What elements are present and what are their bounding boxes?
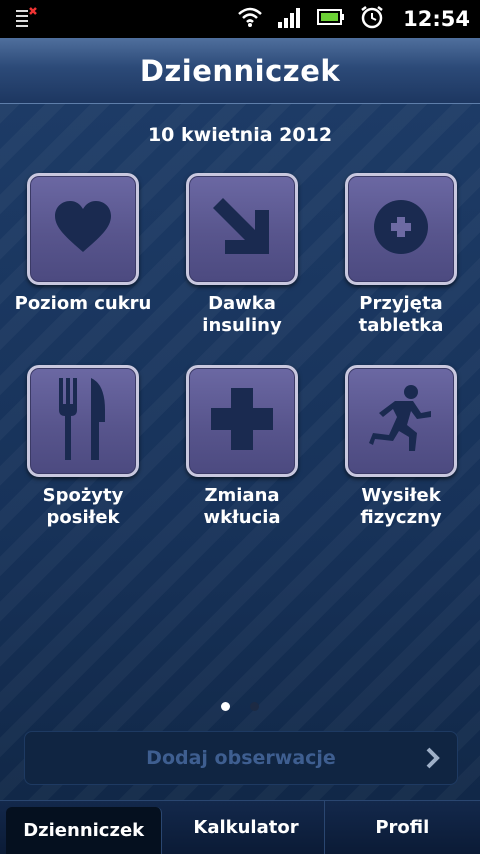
tile-button[interactable] <box>27 173 139 285</box>
battery-icon <box>317 7 345 31</box>
tile-label: Zmiana wkłucia <box>203 485 281 528</box>
tile-label: Przyjęta tabletka <box>358 293 444 336</box>
heart-icon <box>53 200 113 258</box>
tile-label: Dawka insuliny <box>202 293 282 336</box>
cross-icon <box>209 386 275 456</box>
chevron-right-icon <box>425 746 441 774</box>
tile-dawka-insuliny[interactable]: Dawka insuliny <box>167 173 317 337</box>
tab-profil[interactable]: Profil <box>325 801 480 854</box>
current-date: 10 kwietnia 2012 <box>147 124 333 146</box>
status-time: 12:54 <box>403 7 470 31</box>
page-indicator <box>0 702 480 711</box>
tile-button[interactable] <box>345 173 457 285</box>
runner-icon <box>365 383 437 459</box>
tile-button[interactable] <box>186 173 298 285</box>
status-bar: 12:54 <box>0 0 480 38</box>
tile-button[interactable] <box>27 365 139 477</box>
bottom-tab-bar: Dzienniczek Kalkulator Profil <box>0 800 480 854</box>
alarm-icon <box>359 5 385 33</box>
tile-label: Spożyty posiłek <box>42 485 124 528</box>
tile-poziom-cukru[interactable]: Poziom cukru <box>8 173 158 315</box>
tile-label: Wysiłek fizyczny <box>360 485 442 528</box>
main-content: 10 kwietnia 2012 Poziom cukru Dawka insul… <box>0 104 480 800</box>
tile-label: Poziom cukru <box>14 293 152 314</box>
tab-dzienniczek[interactable]: Dzienniczek <box>6 807 163 854</box>
page-title: Dzienniczek <box>139 53 341 88</box>
pill-icon <box>373 199 429 259</box>
wifi-icon <box>237 6 263 32</box>
arrow-down-right-icon <box>209 194 275 264</box>
page-dot-active[interactable] <box>221 702 230 711</box>
tile-przyjeta-tabletka[interactable]: Przyjęta tabletka <box>326 173 476 337</box>
tile-zmiana-wklucia[interactable]: Zmiana wkłucia <box>167 365 317 529</box>
tile-button[interactable] <box>186 365 298 477</box>
page-dot[interactable] <box>250 702 259 711</box>
fork-knife-icon <box>55 376 111 466</box>
add-observation-button[interactable]: Dodaj obserwacje <box>24 731 458 785</box>
add-observation-label: Dodaj obserwacje <box>146 747 336 769</box>
tile-button[interactable] <box>345 365 457 477</box>
title-bar: Dzienniczek <box>0 38 480 104</box>
tab-kalkulator[interactable]: Kalkulator <box>168 801 325 854</box>
signal-icon <box>277 6 303 32</box>
tile-wysilek-fizyczny[interactable]: Wysiłek fizyczny <box>326 365 476 529</box>
notification-icon[interactable] <box>14 6 40 34</box>
tile-spozyty-posilek[interactable]: Spożyty posiłek <box>8 365 158 529</box>
